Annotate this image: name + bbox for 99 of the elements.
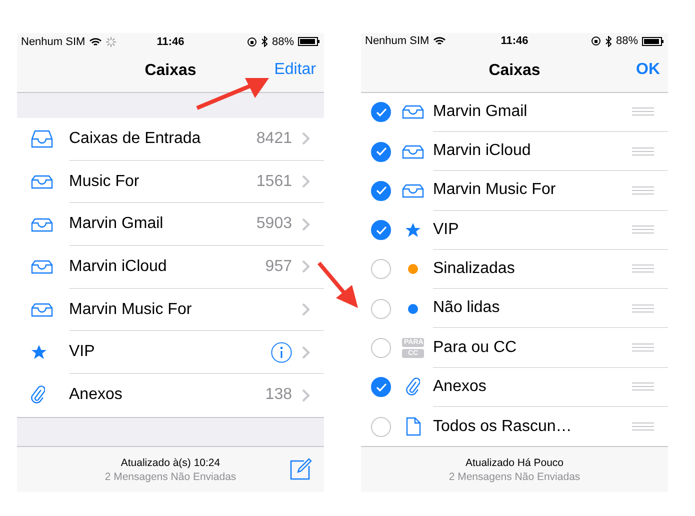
wifi-icon [433, 36, 446, 46]
paperclip-icon [31, 385, 45, 406]
drag-handle-icon[interactable] [632, 422, 654, 432]
mailbox-name: Caixas de Entrada [69, 130, 202, 148]
mailbox-row[interactable]: Não lidas [361, 289, 668, 328]
nav-action-button[interactable]: Editar [274, 61, 316, 79]
mailbox-name: VIP [433, 220, 460, 239]
carrier-label: Nenhum SIM [365, 35, 430, 48]
mailbox-name: Não lidas [433, 299, 501, 318]
nav-action-button[interactable]: OK [636, 60, 660, 79]
nav-title: Caixas [488, 62, 540, 80]
mailbox-row[interactable]: Todos os Rascun… [361, 407, 668, 446]
star-icon [31, 345, 47, 360]
mailbox-name: Anexos [433, 378, 488, 396]
message-count: 8421 [256, 130, 292, 148]
mailbox-name: Marvin Music For [69, 300, 193, 319]
drag-handle-icon[interactable] [632, 264, 654, 274]
message-count: 1561 [256, 172, 292, 191]
rotation-lock-icon [246, 36, 257, 46]
nav-title: Caixas [144, 62, 196, 80]
drag-handle-icon[interactable] [632, 186, 654, 195]
mailbox-name: Todos os Rascun… [433, 418, 573, 436]
mailbox-row[interactable]: Marvin Gmail [361, 92, 668, 132]
update-status: Atualizado à(s) 10:24 [120, 456, 220, 468]
tray-icon [402, 144, 424, 159]
drag-handle-icon[interactable] [632, 146, 654, 156]
mailbox-name: Marvin Gmail [69, 215, 164, 234]
mailbox-row[interactable]: Anexos [361, 368, 668, 407]
battery-icon [298, 37, 320, 46]
chevron-icon [302, 346, 310, 359]
battery-percent: 88% [272, 36, 294, 48]
mailbox-name: Marvin iCloud [433, 142, 532, 160]
drag-handle-icon[interactable] [632, 107, 654, 116]
paperclip-icon [406, 377, 420, 398]
carrier-label: Nenhum SIM [21, 36, 86, 48]
chevron-icon [302, 132, 310, 146]
mailbox-name: Para ou CC [433, 338, 518, 357]
bluetooth-icon [604, 36, 612, 47]
mailbox-row[interactable]: Caixas de Entrada 8421 [17, 118, 324, 161]
mailbox-row[interactable]: Marvin iCloud [361, 132, 668, 172]
message-count: 138 [265, 386, 292, 404]
annotation-arrow [316, 260, 360, 310]
mailbox-row[interactable]: VIP [17, 331, 324, 374]
checked-circle-icon[interactable] [371, 180, 391, 201]
checked-circle-icon[interactable] [371, 142, 391, 162]
battery-icon [642, 36, 664, 46]
compose-icon[interactable] [290, 458, 312, 480]
mailbox-row[interactable]: Marvin Music For [17, 288, 324, 332]
mailbox-row[interactable]: Sinalizadas [361, 250, 668, 290]
chevron-icon [302, 303, 310, 316]
info-icon[interactable] [271, 342, 292, 363]
message-count: 5903 [256, 215, 292, 234]
empty-circle-icon[interactable] [371, 338, 391, 358]
message-count: 957 [265, 258, 292, 276]
document-icon [406, 417, 420, 436]
mailbox-row[interactable]: Marvin Music For [361, 171, 668, 211]
clock-time: 11:46 [500, 35, 528, 48]
chevron-icon [302, 388, 310, 402]
empty-circle-icon[interactable] [371, 259, 391, 280]
rotation-lock-icon [590, 36, 601, 46]
mailbox-name: VIP [69, 343, 96, 362]
empty-circle-icon[interactable] [371, 298, 391, 319]
drag-handle-icon[interactable] [632, 304, 654, 313]
wifi-icon [89, 36, 102, 46]
mailbox-name: Marvin iCloud [69, 258, 168, 276]
mailbox-row[interactable]: VIP [361, 210, 668, 250]
chevron-icon [302, 218, 310, 231]
bluetooth-icon [260, 36, 268, 47]
update-status: Atualizado Há Pouco [465, 456, 564, 469]
mailbox-name: Marvin Music For [433, 181, 557, 200]
mailbox-name: Music For [69, 172, 140, 191]
mailbox-row[interactable]: Marvin Gmail 5903 [17, 203, 324, 246]
drag-handle-icon[interactable] [632, 225, 654, 234]
checked-circle-icon[interactable] [371, 377, 391, 398]
mailbox-name: Anexos [69, 386, 124, 404]
tray-icon [402, 184, 424, 198]
tray-icon [31, 175, 53, 190]
tray-icon [31, 260, 53, 274]
battery-percent: 88% [616, 35, 638, 48]
star-icon [405, 222, 421, 238]
chevron-icon [302, 260, 310, 274]
tray-icon [402, 105, 424, 120]
mailbox-row[interactable]: Anexos 138 [17, 374, 324, 417]
unsent-messages-note: 2 Mensagens Não Enviadas [104, 470, 236, 482]
clock-time: 11:46 [156, 36, 184, 48]
mailbox-row[interactable]: Music For 1561 [17, 160, 324, 204]
checked-circle-icon[interactable] [371, 220, 391, 240]
tray-icon [31, 218, 53, 232]
mailbox-row[interactable]: Marvin iCloud 957 [17, 246, 324, 289]
mailbox-name: Marvin Gmail [433, 102, 528, 121]
mailbox-name: Sinalizadas [433, 260, 516, 278]
unsent-messages-note: 2 Mensagens Não Enviadas [448, 470, 580, 483]
tray-icon [31, 303, 53, 318]
empty-circle-icon[interactable] [371, 416, 391, 437]
drag-handle-icon[interactable] [632, 343, 654, 352]
inbox-tray-icon [31, 130, 53, 148]
chevron-icon [302, 175, 310, 188]
checked-circle-icon[interactable] [371, 102, 391, 122]
drag-handle-icon[interactable] [632, 382, 654, 392]
